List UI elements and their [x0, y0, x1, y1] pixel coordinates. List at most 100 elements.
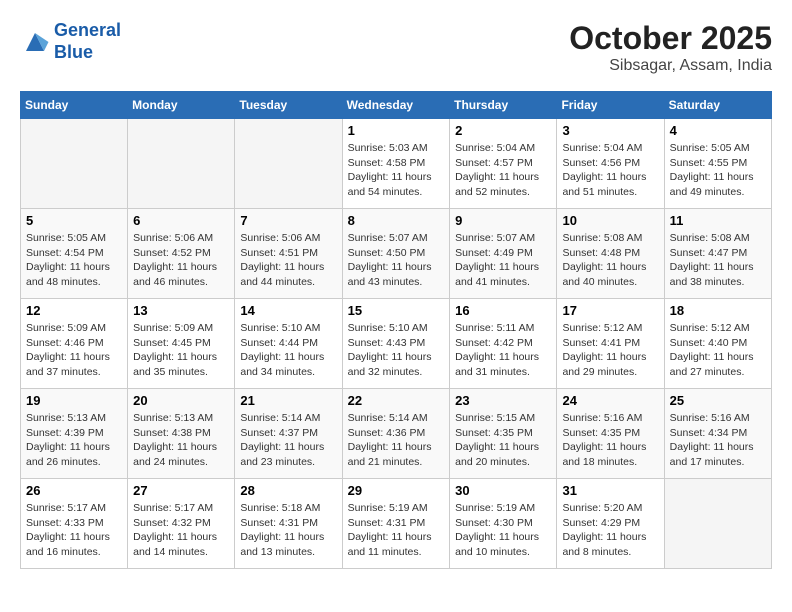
day-number: 22 [348, 393, 445, 408]
logo: General Blue [20, 20, 121, 63]
calendar-cell: 10Sunrise: 5:08 AM Sunset: 4:48 PM Dayli… [557, 209, 664, 299]
day-info: Sunrise: 5:14 AM Sunset: 4:36 PM Dayligh… [348, 411, 445, 470]
day-info: Sunrise: 5:06 AM Sunset: 4:51 PM Dayligh… [240, 231, 336, 290]
page-header: General Blue October 2025 Sibsagar, Assa… [20, 20, 772, 75]
calendar-cell: 9 Sunrise: 5:07 AM Sunset: 4:49 PM Daylig… [450, 209, 557, 299]
weekday-header: Tuesday [235, 92, 342, 119]
day-number: 26 [26, 483, 122, 498]
calendar-cell: 22 Sunrise: 5:14 AM Sunset: 4:36 PM Dayli… [342, 389, 450, 479]
day-number: 30 [455, 483, 551, 498]
calendar-cell: 6 Sunrise: 5:06 AM Sunset: 4:52 PM Daylig… [128, 209, 235, 299]
day-number: 8 [348, 213, 445, 228]
calendar-cell: 27 Sunrise: 5:17 AM Sunset: 4:32 PM Dayli… [128, 479, 235, 569]
weekday-header: Monday [128, 92, 235, 119]
calendar-cell [128, 119, 235, 209]
calendar-cell: 4 Sunrise: 5:05 AM Sunset: 4:55 PM Daylig… [664, 119, 771, 209]
calendar-cell: 28Sunrise: 5:18 AM Sunset: 4:31 PM Dayli… [235, 479, 342, 569]
day-info: Sunrise: 5:13 AM Sunset: 4:38 PM Dayligh… [133, 411, 229, 470]
page-title: October 2025 [569, 20, 772, 57]
calendar-cell: 12 Sunrise: 5:09 AM Sunset: 4:46 PM Dayli… [21, 299, 128, 389]
day-number: 27 [133, 483, 229, 498]
day-info: Sunrise: 5:12 AM Sunset: 4:40 PM Dayligh… [670, 321, 766, 380]
calendar-week-row: 1 Sunrise: 5:03 AM Sunset: 4:58 PM Daylig… [21, 119, 772, 209]
day-number: 29 [348, 483, 445, 498]
day-number: 24 [562, 393, 658, 408]
day-number: 23 [455, 393, 551, 408]
day-number: 25 [670, 393, 766, 408]
day-number: 1 [348, 123, 445, 138]
day-info: Sunrise: 5:17 AM Sunset: 4:32 PM Dayligh… [133, 501, 229, 560]
weekday-header: Wednesday [342, 92, 450, 119]
day-number: 16 [455, 303, 551, 318]
day-number: 10 [562, 213, 658, 228]
day-info: Sunrise: 5:09 AM Sunset: 4:45 PM Dayligh… [133, 321, 229, 380]
day-info: Sunrise: 5:10 AM Sunset: 4:43 PM Dayligh… [348, 321, 445, 380]
day-info: Sunrise: 5:05 AM Sunset: 4:55 PM Dayligh… [670, 141, 766, 200]
calendar-cell: 20 Sunrise: 5:13 AM Sunset: 4:38 PM Dayli… [128, 389, 235, 479]
calendar-cell: 7 Sunrise: 5:06 AM Sunset: 4:51 PM Daylig… [235, 209, 342, 299]
day-info: Sunrise: 5:04 AM Sunset: 4:57 PM Dayligh… [455, 141, 551, 200]
day-info: Sunrise: 5:16 AM Sunset: 4:35 PM Dayligh… [562, 411, 658, 470]
calendar-cell: 16 Sunrise: 5:11 AM Sunset: 4:42 PM Dayli… [450, 299, 557, 389]
day-info: Sunrise: 5:11 AM Sunset: 4:42 PM Dayligh… [455, 321, 551, 380]
calendar-cell: 3 Sunrise: 5:04 AM Sunset: 4:56 PM Daylig… [557, 119, 664, 209]
day-info: Sunrise: 5:15 AM Sunset: 4:35 PM Dayligh… [455, 411, 551, 470]
day-info: Sunrise: 5:03 AM Sunset: 4:58 PM Dayligh… [348, 141, 445, 200]
day-number: 14 [240, 303, 336, 318]
logo-text: General Blue [54, 20, 121, 63]
calendar-table: SundayMondayTuesdayWednesdayThursdayFrid… [20, 91, 772, 569]
weekday-header: Sunday [21, 92, 128, 119]
day-number: 20 [133, 393, 229, 408]
day-info: Sunrise: 5:13 AM Sunset: 4:39 PM Dayligh… [26, 411, 122, 470]
day-info: Sunrise: 5:12 AM Sunset: 4:41 PM Dayligh… [562, 321, 658, 380]
calendar-cell: 31Sunrise: 5:20 AM Sunset: 4:29 PM Dayli… [557, 479, 664, 569]
day-info: Sunrise: 5:06 AM Sunset: 4:52 PM Dayligh… [133, 231, 229, 290]
day-number: 19 [26, 393, 122, 408]
day-number: 12 [26, 303, 122, 318]
calendar-week-row: 12 Sunrise: 5:09 AM Sunset: 4:46 PM Dayli… [21, 299, 772, 389]
day-number: 3 [562, 123, 658, 138]
day-number: 11 [670, 213, 766, 228]
day-info: Sunrise: 5:07 AM Sunset: 4:49 PM Dayligh… [455, 231, 551, 290]
day-info: Sunrise: 5:16 AM Sunset: 4:34 PM Dayligh… [670, 411, 766, 470]
title-block: October 2025 Sibsagar, Assam, India [569, 20, 772, 75]
day-info: Sunrise: 5:05 AM Sunset: 4:54 PM Dayligh… [26, 231, 122, 290]
calendar-cell: 26 Sunrise: 5:17 AM Sunset: 4:33 PM Dayli… [21, 479, 128, 569]
calendar-cell: 30 Sunrise: 5:19 AM Sunset: 4:30 PM Dayli… [450, 479, 557, 569]
weekday-header: Saturday [664, 92, 771, 119]
page-subtitle: Sibsagar, Assam, India [569, 57, 772, 75]
day-info: Sunrise: 5:10 AM Sunset: 4:44 PM Dayligh… [240, 321, 336, 380]
day-number: 6 [133, 213, 229, 228]
day-info: Sunrise: 5:04 AM Sunset: 4:56 PM Dayligh… [562, 141, 658, 200]
day-number: 31 [562, 483, 658, 498]
day-number: 2 [455, 123, 551, 138]
day-info: Sunrise: 5:09 AM Sunset: 4:46 PM Dayligh… [26, 321, 122, 380]
calendar-cell: 24 Sunrise: 5:16 AM Sunset: 4:35 PM Dayli… [557, 389, 664, 479]
calendar-week-row: 26 Sunrise: 5:17 AM Sunset: 4:33 PM Dayli… [21, 479, 772, 569]
day-number: 21 [240, 393, 336, 408]
calendar-cell: 5Sunrise: 5:05 AM Sunset: 4:54 PM Daylig… [21, 209, 128, 299]
calendar-cell: 13 Sunrise: 5:09 AM Sunset: 4:45 PM Dayli… [128, 299, 235, 389]
calendar-cell: 11Sunrise: 5:08 AM Sunset: 4:47 PM Dayli… [664, 209, 771, 299]
day-info: Sunrise: 5:19 AM Sunset: 4:30 PM Dayligh… [455, 501, 551, 560]
day-number: 17 [562, 303, 658, 318]
calendar-cell: 14 Sunrise: 5:10 AM Sunset: 4:44 PM Dayli… [235, 299, 342, 389]
calendar-cell: 2 Sunrise: 5:04 AM Sunset: 4:57 PM Daylig… [450, 119, 557, 209]
calendar-cell [235, 119, 342, 209]
day-number: 9 [455, 213, 551, 228]
day-info: Sunrise: 5:17 AM Sunset: 4:33 PM Dayligh… [26, 501, 122, 560]
day-number: 13 [133, 303, 229, 318]
calendar-cell: 19 Sunrise: 5:13 AM Sunset: 4:39 PM Dayli… [21, 389, 128, 479]
calendar-week-row: 19 Sunrise: 5:13 AM Sunset: 4:39 PM Dayli… [21, 389, 772, 479]
day-number: 18 [670, 303, 766, 318]
day-info: Sunrise: 5:19 AM Sunset: 4:31 PM Dayligh… [348, 501, 445, 560]
calendar-cell: 15 Sunrise: 5:10 AM Sunset: 4:43 PM Dayli… [342, 299, 450, 389]
logo-icon [20, 27, 50, 57]
day-number: 15 [348, 303, 445, 318]
calendar-cell: 8 Sunrise: 5:07 AM Sunset: 4:50 PM Daylig… [342, 209, 450, 299]
calendar-cell: 29 Sunrise: 5:19 AM Sunset: 4:31 PM Dayli… [342, 479, 450, 569]
day-number: 7 [240, 213, 336, 228]
day-info: Sunrise: 5:07 AM Sunset: 4:50 PM Dayligh… [348, 231, 445, 290]
day-number: 4 [670, 123, 766, 138]
calendar-cell: 21Sunrise: 5:14 AM Sunset: 4:37 PM Dayli… [235, 389, 342, 479]
